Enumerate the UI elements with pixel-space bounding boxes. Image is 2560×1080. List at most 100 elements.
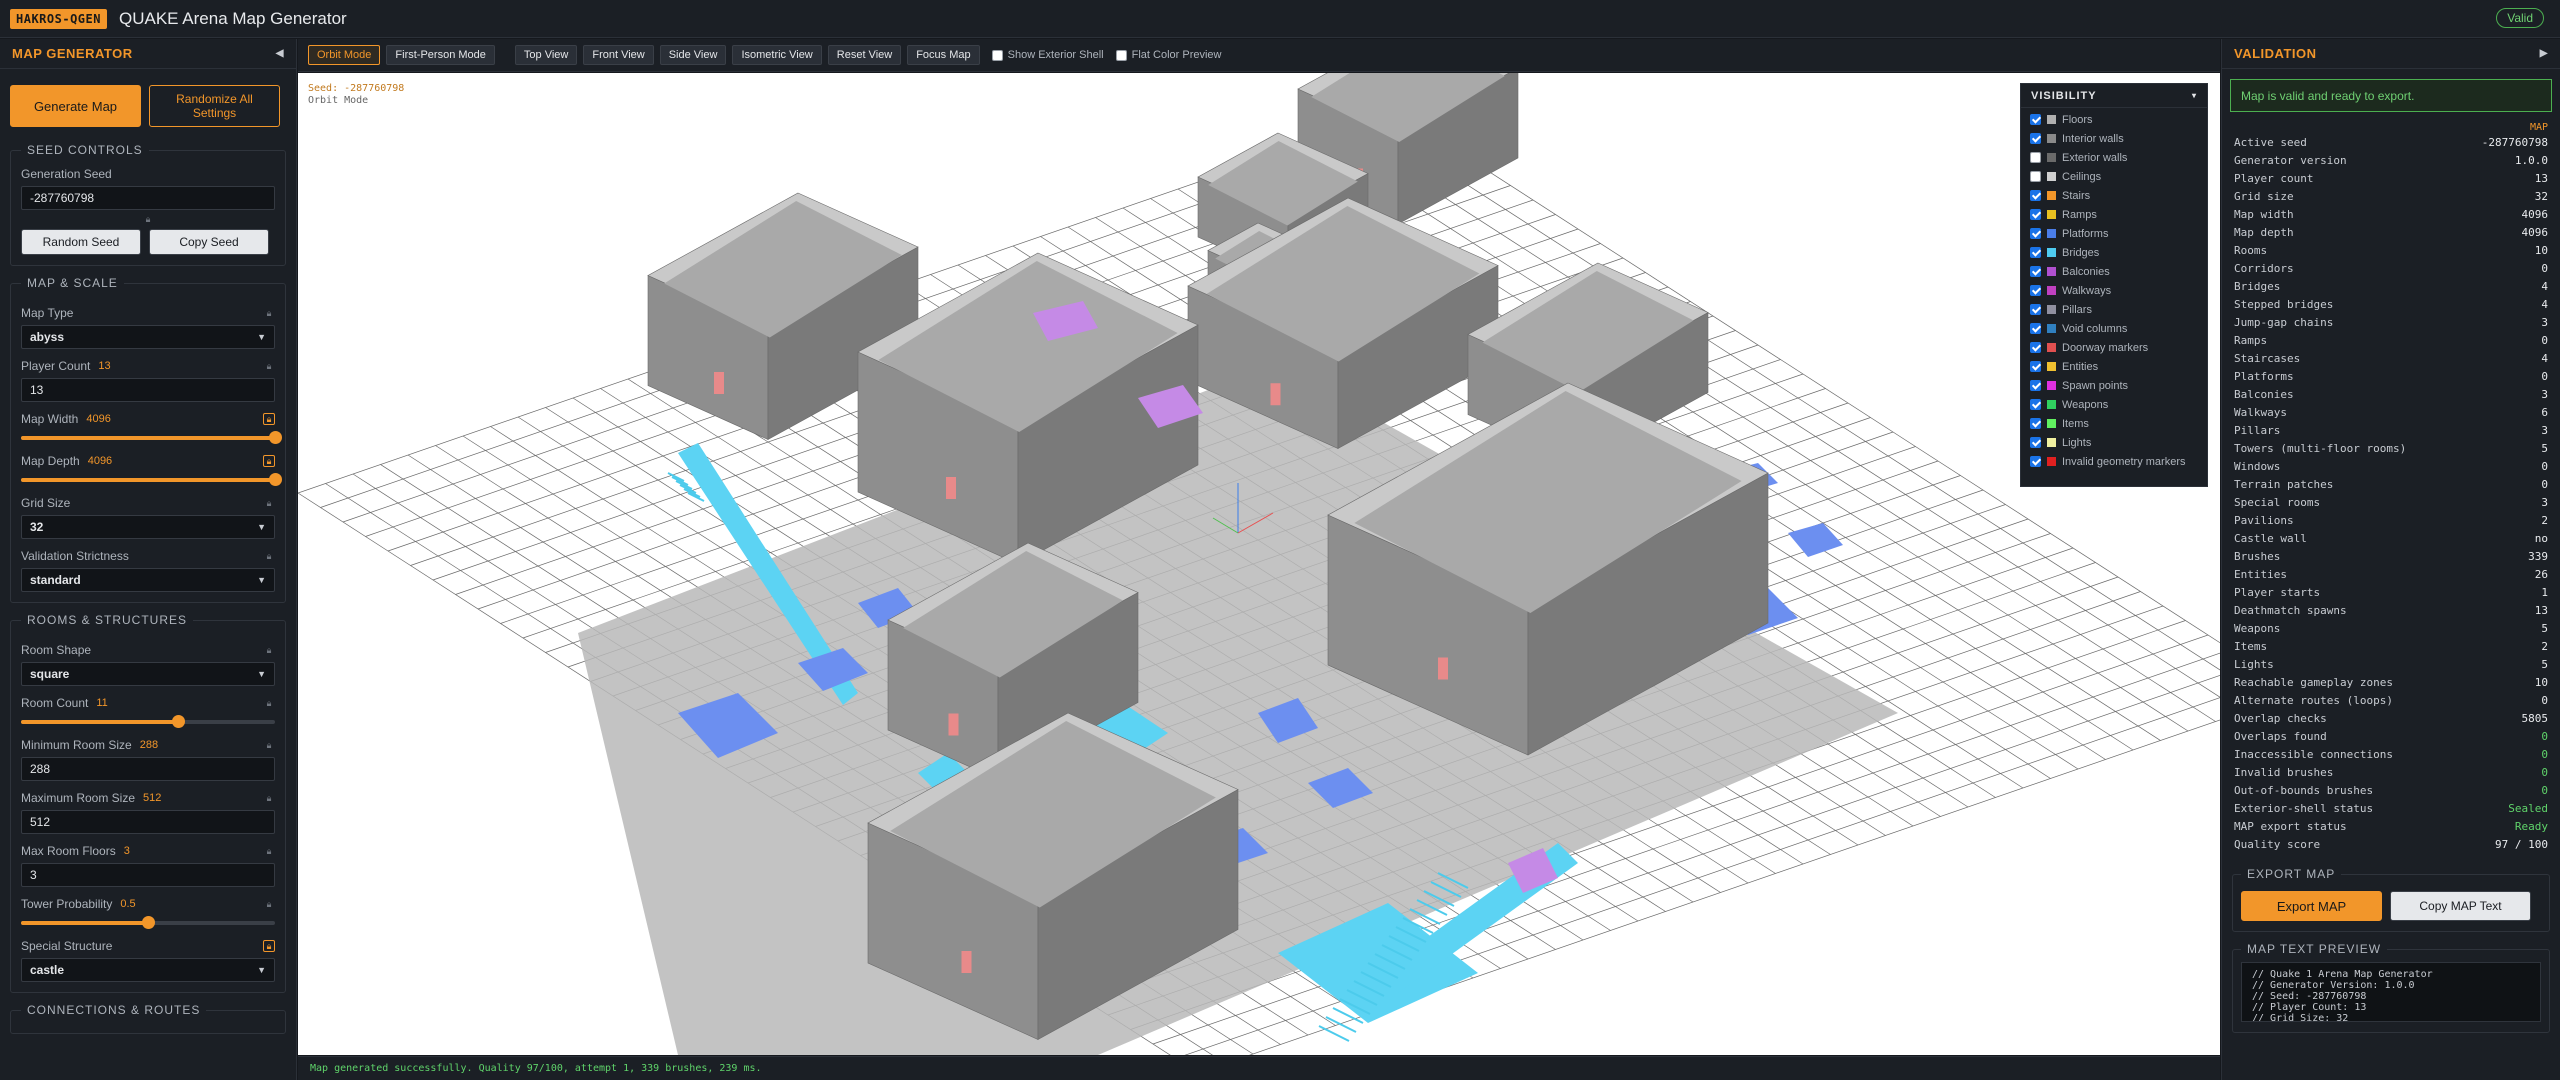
lock-icon[interactable]: 🔒︎	[263, 360, 275, 372]
lock-icon[interactable]: 🔒︎	[263, 644, 275, 656]
checkbox[interactable]	[2030, 266, 2041, 277]
checkbox[interactable]	[2030, 228, 2041, 239]
visibility-item[interactable]: Invalid geometry markers	[2021, 452, 2207, 471]
stat-row: Quality score 97 / 100	[2222, 835, 2560, 853]
lock-icon[interactable]: 🔒︎	[263, 792, 275, 804]
copy-map-text-button[interactable]: Copy MAP Text	[2390, 891, 2531, 921]
visibility-item[interactable]: Platforms	[2021, 224, 2207, 243]
lock-icon[interactable]: 🔒︎	[263, 497, 275, 509]
checkbox[interactable]	[991, 49, 1003, 61]
chevron-down-icon[interactable]: ▾	[2192, 91, 2197, 100]
slider-thumb[interactable]	[142, 916, 155, 929]
checkbox[interactable]	[2030, 456, 2041, 467]
slider-thumb[interactable]	[269, 473, 282, 486]
max-room-size-input[interactable]: 512	[21, 810, 275, 834]
visibility-item[interactable]: Exterior walls	[2021, 148, 2207, 167]
map-depth-slider[interactable]	[21, 472, 282, 486]
chevron-right-icon[interactable]: ▶	[2540, 48, 2548, 59]
orbit-mode-button[interactable]: Orbit Mode	[308, 45, 381, 65]
preview-line: // Generator Version: 1.0.0	[2252, 980, 2415, 991]
checkbox[interactable]	[2030, 133, 2041, 144]
checkbox[interactable]	[2030, 323, 2041, 334]
stat-key: Out-of-bounds brushes	[2234, 783, 2374, 797]
visibility-item[interactable]: Bridges	[2021, 243, 2207, 262]
seed-label: Generation Seed	[21, 167, 112, 181]
visibility-item[interactable]: Pillars	[2021, 300, 2207, 319]
seed-input[interactable]: -287760798	[21, 186, 275, 210]
visibility-item[interactable]: Items	[2021, 414, 2207, 433]
checkbox[interactable]	[2030, 437, 2041, 448]
first-person-mode-button[interactable]: First-Person Mode	[386, 45, 495, 65]
checkbox[interactable]	[2030, 190, 2041, 201]
reset-view-button[interactable]: Reset View	[827, 45, 902, 65]
visibility-item[interactable]: Void columns	[2021, 319, 2207, 338]
randomize-all-button[interactable]: Randomize All Settings	[149, 85, 280, 127]
checkbox[interactable]	[2030, 209, 2041, 220]
validation-strictness-select[interactable]: standard ▼	[21, 568, 275, 592]
focus-map-button[interactable]: Focus Map	[907, 45, 980, 65]
visibility-item[interactable]: Ramps	[2021, 205, 2207, 224]
lock-icon[interactable]: 🔒︎	[263, 845, 275, 857]
slider-thumb[interactable]	[172, 715, 186, 728]
min-room-size-input[interactable]: 288	[21, 757, 275, 781]
visibility-item[interactable]: Stairs	[2021, 186, 2207, 205]
visibility-item[interactable]: Lights	[2021, 433, 2207, 452]
lock-icon[interactable]: 🔒︎	[263, 307, 275, 319]
stat-key: Stepped bridges	[2234, 297, 2334, 311]
map-text-preview[interactable]: // Quake 1 Arena Map Generator// Generat…	[2241, 962, 2541, 1022]
visibility-item[interactable]: Entities	[2021, 357, 2207, 376]
visibility-item[interactable]: Balconies	[2021, 262, 2207, 281]
max-room-floors-input[interactable]: 3	[21, 863, 275, 887]
copy-seed-button[interactable]: Copy Seed	[149, 229, 269, 255]
visibility-item[interactable]: Doorway markers	[2021, 338, 2207, 357]
checkbox[interactable]	[2030, 304, 2041, 315]
lock-icon[interactable]: 🔒︎	[263, 550, 275, 562]
visibility-item[interactable]: Interior walls	[2021, 129, 2207, 148]
lock-icon[interactable]: 🔒︎	[263, 898, 275, 910]
stat-row: Ramps 0	[2222, 331, 2560, 349]
lock-icon[interactable]: 🔒︎	[263, 940, 275, 952]
flat-color-preview-toggle[interactable]: Flat Color Preview	[1115, 49, 1221, 61]
export-map-button[interactable]: Export MAP	[2241, 891, 2382, 921]
show-exterior-shell-toggle[interactable]: Show Exterior Shell	[991, 49, 1104, 61]
stat-row: Walkways 6	[2222, 403, 2560, 421]
checkbox[interactable]	[1115, 49, 1127, 61]
lock-icon[interactable]: 🔒︎	[263, 455, 275, 467]
top-view-button[interactable]: Top View	[514, 45, 578, 65]
room-shape-select[interactable]: square ▼	[21, 662, 275, 686]
checkbox[interactable]	[2030, 114, 2041, 125]
checkbox[interactable]	[2030, 418, 2041, 429]
lock-icon[interactable]: 🔒︎	[146, 214, 151, 224]
slider-thumb[interactable]	[269, 431, 282, 444]
player-count-input[interactable]: 13	[21, 378, 275, 402]
checkbox[interactable]	[2030, 285, 2041, 296]
tower-probability-slider[interactable]	[21, 915, 275, 929]
visibility-item[interactable]: Floors	[2021, 110, 2207, 129]
generate-map-button[interactable]: Generate Map	[10, 85, 141, 127]
grid-size-select[interactable]: 32 ▼	[21, 515, 275, 539]
lock-icon[interactable]: 🔒︎	[263, 413, 275, 425]
checkbox[interactable]	[2030, 247, 2041, 258]
checkbox[interactable]	[2030, 361, 2041, 372]
visibility-item[interactable]: Spawn points	[2021, 376, 2207, 395]
visibility-item[interactable]: Walkways	[2021, 281, 2207, 300]
3d-viewport[interactable]: Seed: -287760798 Orbit Mode VISIBILITY ▾ …	[298, 73, 2220, 1055]
checkbox[interactable]	[2030, 380, 2041, 391]
map-type-select[interactable]: abyss ▼	[21, 325, 275, 349]
special-structure-select[interactable]: castle ▼	[21, 958, 275, 982]
lock-icon[interactable]: 🔒︎	[263, 697, 275, 709]
random-seed-button[interactable]: Random Seed	[21, 229, 141, 255]
side-view-button[interactable]: Side View	[659, 45, 727, 65]
map-width-slider[interactable]	[21, 430, 282, 444]
checkbox[interactable]	[2030, 171, 2041, 182]
checkbox[interactable]	[2030, 399, 2041, 410]
lock-icon[interactable]: 🔒︎	[263, 739, 275, 751]
front-view-button[interactable]: Front View	[583, 45, 654, 65]
visibility-item[interactable]: Ceilings	[2021, 167, 2207, 186]
isometric-view-button[interactable]: Isometric View	[732, 45, 822, 65]
checkbox[interactable]	[2030, 342, 2041, 353]
visibility-item[interactable]: Weapons	[2021, 395, 2207, 414]
room-count-slider[interactable]	[21, 714, 275, 728]
checkbox[interactable]	[2030, 152, 2041, 163]
chevron-left-icon[interactable]: ◀	[276, 48, 284, 59]
